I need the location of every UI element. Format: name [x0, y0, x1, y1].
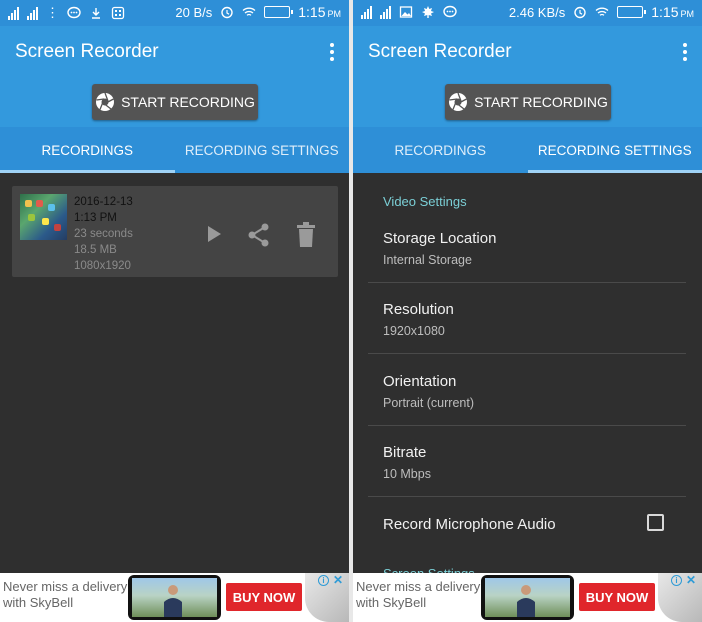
wifi-icon	[242, 7, 256, 16]
setting-value: 1920x1080	[383, 324, 445, 338]
recording-time: 1:13 PM	[74, 212, 117, 224]
maple-leaf-icon	[422, 6, 434, 18]
microphone-audio-checkbox[interactable]	[647, 514, 664, 531]
clock: 1:15 PM	[651, 4, 694, 20]
ad-image[interactable]	[481, 575, 574, 620]
share-icon[interactable]	[246, 222, 272, 248]
phone-settings-tab: 2.46 KB/s 1:15 PM Screen Recorder START R…	[353, 0, 702, 622]
calendar-grid-icon	[111, 6, 125, 20]
alarm-icon	[221, 6, 233, 19]
setting-value: Internal Storage	[383, 253, 472, 267]
setting-orientation[interactable]: Orientation Portrait (current)	[383, 373, 686, 410]
tab-bar: RECORDINGS RECORDING SETTINGS	[0, 127, 349, 173]
setting-title: Resolution	[383, 301, 454, 318]
chat-bubble-icon	[67, 6, 81, 19]
chat-bubble-icon	[443, 5, 457, 18]
recording-duration: 23 seconds	[74, 228, 133, 240]
ad-line-2: with SkyBell	[3, 595, 74, 610]
setting-title: Bitrate	[383, 444, 427, 461]
ad-image[interactable]	[128, 575, 221, 620]
ad-banner[interactable]: Never miss a delivery with SkyBell BUY N…	[0, 573, 349, 622]
tab-recordings[interactable]: RECORDINGS	[0, 127, 175, 173]
ad-text: Never miss a delivery with SkyBell	[356, 579, 480, 611]
network-speed: 20 B/s	[175, 4, 213, 20]
wifi-icon	[595, 7, 609, 16]
ad-close-icon[interactable]: ✕	[686, 573, 696, 587]
divider	[368, 282, 686, 283]
setting-bitrate[interactable]: Bitrate 10 Mbps	[383, 444, 686, 481]
screenshot-pair: ⋮ 20 B/s 1:15 PM Screen Recorder START RE…	[0, 0, 702, 622]
section-heading-video-settings: Video Settings	[383, 194, 467, 209]
signal-icon	[8, 6, 19, 20]
divider	[368, 496, 686, 497]
start-recording-label: START RECORDING	[474, 94, 608, 110]
aperture-icon	[96, 92, 115, 111]
battery-icon	[264, 6, 294, 18]
setting-title: Record Microphone Audio	[383, 516, 556, 533]
image-icon	[399, 6, 413, 18]
play-icon[interactable]	[204, 224, 224, 244]
buy-now-button[interactable]: BUY NOW	[226, 583, 302, 611]
recording-size: 18.5 MB	[74, 244, 117, 256]
recording-thumbnail[interactable]	[20, 194, 67, 240]
app-bar: Screen Recorder START RECORDING	[353, 26, 702, 127]
signal-icon	[380, 5, 391, 19]
start-recording-label: START RECORDING	[121, 94, 255, 110]
setting-record-microphone-audio[interactable]: Record Microphone Audio	[383, 516, 686, 533]
recording-card[interactable]: 2016-12-13 1:13 PM 23 seconds 18.5 MB 10…	[12, 186, 338, 277]
tab-recording-settings[interactable]: RECORDING SETTINGS	[175, 127, 350, 173]
setting-title: Orientation	[383, 373, 457, 390]
recording-details: 2016-12-13 1:13 PM 23 seconds 18.5 MB 10…	[74, 194, 133, 274]
setting-storage-location[interactable]: Storage Location Internal Storage	[383, 230, 686, 267]
ad-close-icon[interactable]: ✕	[333, 573, 343, 587]
battery-icon	[617, 6, 647, 18]
ad-line-2: with SkyBell	[356, 595, 427, 610]
ad-line-1: Never miss a delivery	[356, 579, 481, 594]
signal-icon	[361, 5, 372, 19]
status-bar: 2.46 KB/s 1:15 PM	[353, 0, 702, 26]
signal-icon	[27, 6, 38, 20]
ad-text: Never miss a delivery with SkyBell	[3, 579, 127, 611]
start-recording-button[interactable]: START RECORDING	[445, 84, 611, 120]
overflow-dots-icon: ⋮	[46, 5, 59, 20]
setting-resolution[interactable]: Resolution 1920x1080	[383, 301, 686, 338]
download-icon	[92, 8, 100, 19]
phone-recordings-tab: ⋮ 20 B/s 1:15 PM Screen Recorder START RE…	[0, 0, 349, 622]
overflow-menu-icon[interactable]	[682, 43, 688, 61]
network-speed: 2.46 KB/s	[508, 4, 566, 20]
ad-line-1: Never miss a delivery	[3, 579, 128, 594]
recording-date: 2016-12-13	[74, 196, 133, 208]
divider	[368, 353, 686, 354]
alarm-icon	[574, 6, 586, 19]
app-bar: Screen Recorder START RECORDING	[0, 26, 349, 127]
setting-title: Storage Location	[383, 230, 497, 247]
status-bar: ⋮ 20 B/s 1:15 PM	[0, 0, 349, 26]
tab-bar: RECORDINGS RECORDING SETTINGS	[353, 127, 702, 173]
setting-value: 10 Mbps	[383, 467, 431, 481]
overflow-menu-icon[interactable]	[329, 43, 335, 61]
delete-icon[interactable]	[296, 222, 316, 248]
tab-recordings[interactable]: RECORDINGS	[353, 127, 528, 173]
clock: 1:15 PM	[298, 4, 341, 20]
ad-info-icon[interactable]: i	[318, 575, 329, 586]
start-recording-button[interactable]: START RECORDING	[92, 84, 258, 120]
tab-recording-settings[interactable]: RECORDING SETTINGS	[527, 127, 702, 173]
aperture-icon	[449, 92, 468, 111]
divider	[368, 425, 686, 426]
app-title: Screen Recorder	[15, 41, 159, 62]
ad-info-icon[interactable]: i	[671, 575, 682, 586]
recording-resolution: 1080x1920	[74, 260, 131, 272]
app-title: Screen Recorder	[368, 41, 512, 62]
setting-value: Portrait (current)	[383, 396, 474, 410]
ad-banner[interactable]: Never miss a delivery with SkyBell BUY N…	[353, 573, 702, 622]
buy-now-button[interactable]: BUY NOW	[579, 583, 655, 611]
